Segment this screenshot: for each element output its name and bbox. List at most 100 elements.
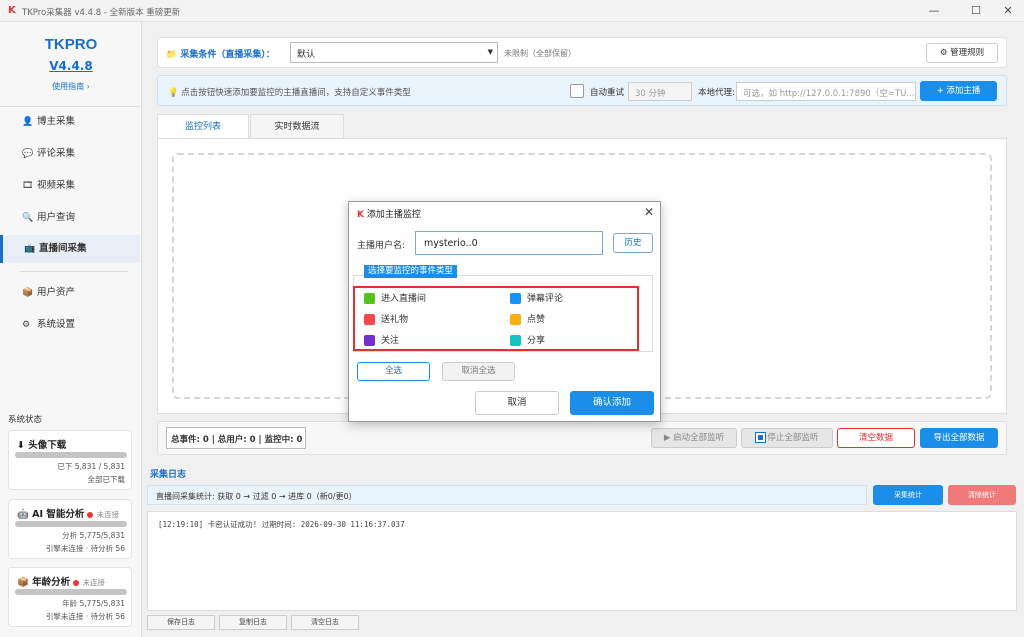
status-badge: 未连接 [96, 510, 120, 519]
event-like-checkbox[interactable]: 点赞 [510, 312, 545, 325]
status-line: 引擎未连接 · 待分析 56 [45, 612, 125, 621]
event-enter-checkbox[interactable]: 进入直播间 [364, 291, 426, 304]
clear-log-button[interactable]: 清空日志 [291, 615, 359, 630]
sidebar-item-assets[interactable]: 📦 用户资产 [0, 279, 140, 307]
divider [0, 106, 140, 107]
brand-name: TKPRO [44, 36, 98, 53]
sidebar-item-live[interactable]: 📺 直播间采集 [0, 235, 140, 263]
add-host-button[interactable]: + 添加主播 [920, 81, 997, 101]
clear-data-button[interactable]: 清空数据 [837, 428, 915, 448]
tab-realtime-stream[interactable]: 实时数据流 [250, 114, 344, 138]
status-badge: 未连接 [82, 578, 105, 587]
stop-all-button[interactable]: 停止全部监听 [741, 428, 833, 448]
app-logo-icon: K [357, 210, 364, 220]
maximize-button[interactable]: ☐ [962, 3, 990, 19]
minimize-button[interactable]: — [920, 3, 948, 19]
log-stats-line: 直播间采集统计: 获取 0 → 过滤 0 → 进库 0（新0/更0） [147, 485, 867, 505]
download-icon: ⬇ [17, 440, 25, 451]
sidebar-item-settings[interactable]: ⚙ 系统设置 [0, 311, 140, 339]
age-icon: 📦 [17, 577, 29, 588]
window-title: TKPro采集器 v4.4.8 - 全新版本 重磅更新 [22, 8, 181, 18]
status-line: 全部已下载 [87, 475, 126, 484]
log-line: [12:19:10] 卡密认证成功! 过期时间: 2026-09-30 11:1… [158, 520, 405, 529]
condition-select[interactable]: 默认 ▼ [290, 42, 498, 63]
cancel-button[interactable]: 取消 [475, 391, 559, 415]
gear-icon: ⚙ [939, 48, 948, 58]
sidebar-item-blogger[interactable]: 👤 博主采集 [0, 108, 140, 136]
stats-summary: 总事件: 0 | 总用户: 0 | 监控中: 0 [166, 427, 306, 449]
limit-text: 未限制（全部保留） [504, 49, 576, 58]
copy-log-button[interactable]: 复制日志 [219, 615, 287, 630]
tip-text: 💡 点击按钮快速添加要监控的主播直播间，支持自定义事件类型 [168, 88, 411, 98]
sidebar-item-user-query[interactable]: 🔍 用户查询 [0, 204, 140, 232]
username-input[interactable]: mysterio..0 [415, 231, 603, 255]
condition-bar: 📁 采集条件（直播采集）： 默认 ▼ 未限制（全部保留） ⚙ 管理规则 [157, 37, 1007, 68]
event-comment-checkbox[interactable]: 弹幕评论 [510, 291, 563, 304]
event-gift-checkbox[interactable]: 送礼物 [364, 312, 408, 325]
sidebar-item-video[interactable]: 🎞 视频采集 [0, 172, 140, 200]
checkbox-icon [510, 314, 521, 325]
checkbox-icon [510, 335, 521, 346]
log-area[interactable]: [12:19:10] 卡密认证成功! 过期时间: 2026-09-30 11:1… [147, 511, 1017, 611]
username-label: 主播用户名: [357, 241, 406, 251]
checkbox-icon [364, 293, 375, 304]
status-card-title: 📦 年龄分析 未连接 [17, 577, 105, 588]
folder-icon: 📁 [166, 50, 178, 60]
version-link[interactable]: V4.4.8 [0, 59, 142, 73]
user-icon: 👤 [22, 117, 34, 127]
sidebar-item-label: 系统设置 [37, 319, 76, 330]
collect-stats-button[interactable]: 采集统计 [873, 485, 943, 505]
comment-icon: 💬 [22, 149, 34, 159]
stats-bar: 总事件: 0 | 总用户: 0 | 监控中: 0 ▶ 启动全部监听 停止全部监听… [157, 421, 1007, 455]
sidebar-item-comment[interactable]: 💬 评论采集 [0, 140, 140, 168]
sidebar-item-label: 博主采集 [37, 116, 76, 127]
tab-monitor-list[interactable]: 监控列表 [157, 114, 249, 138]
select-all-button[interactable]: 全选 [357, 362, 430, 381]
chevron-down-icon: ▼ [487, 48, 493, 56]
checkbox-icon [364, 314, 375, 325]
event-follow-checkbox[interactable]: 关注 [364, 333, 399, 346]
status-dot [87, 511, 94, 518]
event-share-checkbox[interactable]: 分享 [510, 333, 545, 346]
proxy-input[interactable]: 可选，如 http://127.0.0.1:7890（空=TU... [736, 82, 916, 101]
sidebar-item-label: 视频采集 [37, 180, 76, 191]
close-button[interactable]: ✕ [994, 3, 1022, 19]
stop-icon [754, 432, 766, 443]
status-line: 分析 5,775/5,831 [62, 531, 125, 540]
close-icon[interactable]: ✕ [644, 205, 654, 219]
video-icon: 🎞 [22, 181, 34, 191]
divider [20, 271, 128, 272]
search-icon: 🔍 [22, 213, 34, 223]
auto-retry-label: 自动重试 [590, 88, 625, 98]
confirm-add-button[interactable]: 确认添加 [570, 391, 654, 415]
live-icon: 📺 [24, 244, 36, 254]
proxy-label: 本地代理: [698, 88, 735, 98]
status-card-title: 🤖 AI 智能分析 未连接 [17, 509, 120, 520]
export-all-button[interactable]: 导出全部数据 [920, 428, 998, 448]
ai-icon: 🤖 [17, 509, 29, 520]
retry-interval-input[interactable]: 30 分钟 [628, 82, 692, 101]
asset-icon: 📦 [22, 288, 34, 298]
start-all-button[interactable]: ▶ 启动全部监听 [651, 428, 737, 448]
save-log-button[interactable]: 保存日志 [147, 615, 215, 630]
status-card-ai: 🤖 AI 智能分析 未连接 分析 5,775/5,831 引擎未连接 · 待分析… [8, 499, 132, 559]
clear-stats-button[interactable]: 清除统计 [948, 485, 1016, 505]
log-title: 采集日志 [150, 470, 187, 480]
auto-retry-checkbox[interactable] [570, 84, 584, 98]
status-card-age: 📦 年龄分析 未连接 年龄 5,775/5,831 引擎未连接 · 待分析 56 [8, 567, 132, 627]
manage-rules-button[interactable]: ⚙ 管理规则 [926, 43, 998, 63]
history-button[interactable]: 历史 [613, 233, 653, 253]
checkbox-icon [510, 293, 521, 304]
sidebar: TKPRO V4.4.8 使用指南 › 👤 博主采集 💬 评论采集 🎞 视频采集 🔍 用… [0, 22, 142, 637]
checkbox-icon [364, 335, 375, 346]
progress-bar [15, 452, 127, 458]
sidebar-item-label: 直播间采集 [39, 243, 87, 254]
event-type-legend: 选择要监控的事件类型 [364, 265, 458, 278]
lightbulb-icon: 💡 [168, 88, 179, 98]
sidebar-item-label: 评论采集 [37, 148, 76, 159]
status-card-title: ⬇ 头像下载 [17, 440, 67, 451]
tip-bar: 💡 点击按钮快速添加要监控的主播直播间，支持自定义事件类型 自动重试 30 分钟… [157, 75, 1007, 106]
deselect-all-button[interactable]: 取消全选 [442, 362, 515, 381]
guide-link[interactable]: 使用指南 › [0, 81, 142, 92]
dialog-title: K 添加主播监控 [357, 210, 421, 220]
